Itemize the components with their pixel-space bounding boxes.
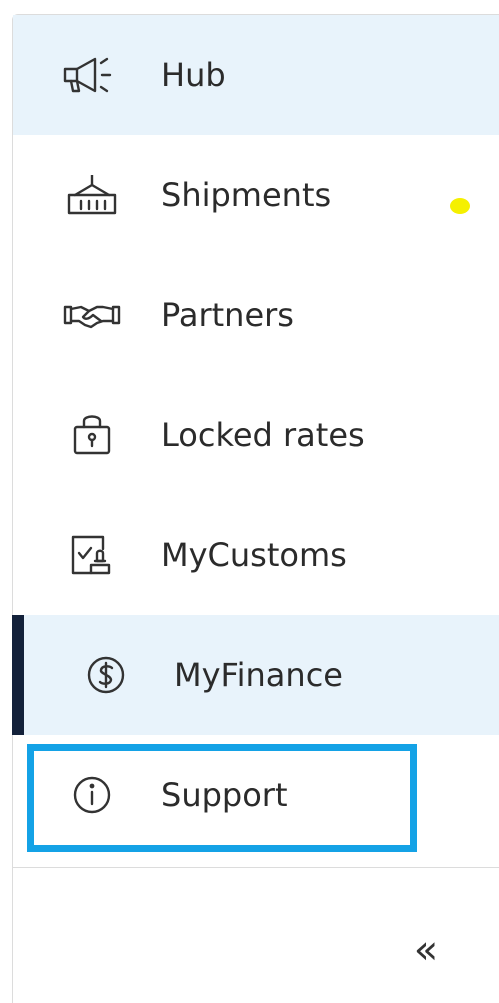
nav-item-locked-rates[interactable]: Locked rates [13,375,499,495]
double-chevron-left-icon: « [413,927,439,973]
container-icon [61,175,123,215]
dollar-circle-icon [75,655,137,695]
megaphone-icon [61,55,123,95]
nav-item-label: Locked rates [161,416,365,454]
nav-item-label: Partners [161,296,294,334]
nav-item-label: MyFinance [174,656,343,694]
sidebar-divider [13,867,499,868]
nav-item-label: MyCustoms [161,536,347,574]
nav-item-shipments[interactable]: Shipments [13,135,499,255]
handshake-icon [61,295,123,335]
nav-item-hub[interactable]: Hub [13,15,499,135]
lock-icon [61,415,123,455]
nav-item-label: Shipments [161,176,332,214]
active-indicator [12,615,24,735]
nav-item-mycustoms[interactable]: MyCustoms [13,495,499,615]
nav-item-partners[interactable]: Partners [13,255,499,375]
collapse-sidebar-button[interactable]: « [401,920,451,980]
nav-item-myfinance[interactable]: MyFinance [12,615,499,735]
focus-ring [27,744,417,852]
sidebar-nav: Hub Shipments Partners Locked rates MyCu… [12,14,499,1003]
marker-dot [450,198,470,214]
nav-item-label: Hub [161,56,226,94]
customs-stamp-icon [61,535,123,575]
